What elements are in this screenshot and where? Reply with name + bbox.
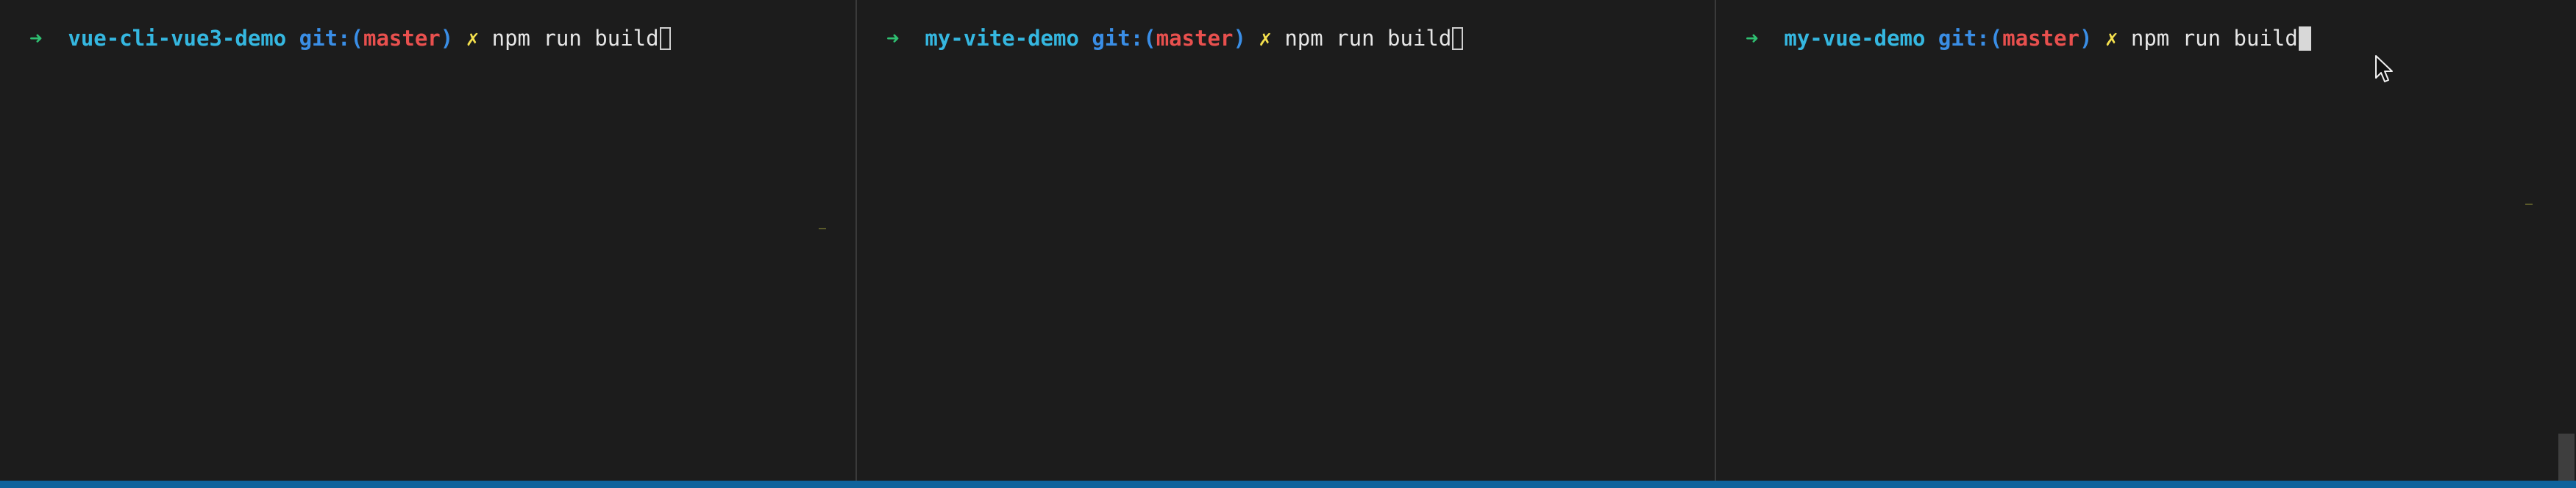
git-label: git:(	[1938, 26, 2003, 51]
status-bar	[0, 481, 2576, 488]
scroll-marker	[819, 228, 826, 229]
command-input[interactable]: npm run build	[1284, 26, 1451, 51]
command-input[interactable]: npm run build	[492, 26, 659, 51]
current-directory: my-vue-demo	[1784, 26, 1926, 51]
text-cursor	[2298, 26, 2311, 51]
text-cursor	[659, 27, 671, 50]
scrollbar-thumb[interactable]	[2558, 434, 2575, 481]
terminal-pane-1[interactable]: ➜ vue-cli-vue3-demo git:(master) ✗ npm r…	[0, 0, 855, 481]
prompt-line: ➜ my-vue-demo git:(master) ✗ npm run bui…	[1746, 22, 2311, 54]
current-directory: my-vite-demo	[925, 26, 1079, 51]
terminal-pane-3[interactable]: ➜ my-vue-demo git:(master) ✗ npm run bui…	[1716, 0, 2576, 481]
split-terminal-panes: ➜ vue-cli-vue3-demo git:(master) ✗ npm r…	[0, 0, 2576, 481]
terminal-window: ➜ vue-cli-vue3-demo git:(master) ✗ npm r…	[0, 0, 2576, 488]
git-branch: master	[1156, 26, 1234, 51]
git-label: git:(	[299, 26, 363, 51]
git-label-close: )	[2079, 26, 2093, 51]
git-label: git:(	[1092, 26, 1156, 51]
git-label-close: )	[1233, 26, 1246, 51]
prompt-line: ➜ vue-cli-vue3-demo git:(master) ✗ npm r…	[29, 22, 671, 54]
mouse-pointer-icon	[2375, 55, 2393, 82]
text-cursor	[1452, 27, 1464, 50]
prompt-arrow-icon: ➜	[29, 26, 43, 51]
prompt-line: ➜ my-vite-demo git:(master) ✗ npm run bu…	[886, 22, 1464, 54]
current-directory: vue-cli-vue3-demo	[68, 26, 287, 51]
dirty-marker-icon: ✗	[1259, 26, 1272, 51]
prompt-arrow-icon: ➜	[1746, 26, 1759, 51]
scroll-marker	[2525, 204, 2533, 205]
prompt-arrow-icon: ➜	[886, 26, 900, 51]
terminal-pane-2[interactable]: ➜ my-vite-demo git:(master) ✗ npm run bu…	[857, 0, 1715, 481]
git-branch: master	[363, 26, 441, 51]
dirty-marker-icon: ✗	[466, 26, 480, 51]
git-branch: master	[2002, 26, 2079, 51]
dirty-marker-icon: ✗	[2104, 26, 2118, 51]
command-input[interactable]: npm run build	[2131, 26, 2298, 51]
git-label-close: )	[440, 26, 454, 51]
